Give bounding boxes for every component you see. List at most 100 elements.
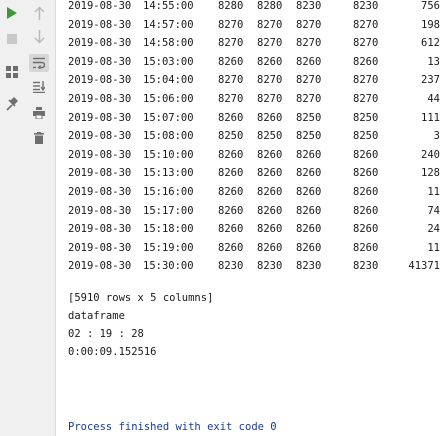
value-cell: 8250 <box>296 111 322 124</box>
volume-cell: 74 <box>427 204 440 217</box>
date-cell: 2019-08-30 <box>68 167 132 180</box>
date-cell: 2019-08-30 <box>68 186 132 198</box>
value-cell: 8260 <box>296 55 322 68</box>
table-row: 2019-08-30 14:58:00 8270 8270 8270 8270 612 <box>56 34 444 52</box>
volume-cell: 756 <box>421 0 440 12</box>
value-cell: 8230 <box>353 260 379 273</box>
value-cell: 8260 <box>353 55 379 68</box>
value-cell: 8230 <box>218 260 244 273</box>
run-icon[interactable] <box>7 7 17 19</box>
value-cell: 8260 <box>296 223 322 236</box>
volume-cell: 24 <box>427 223 440 236</box>
console-output: 2019-08-30 14:55:00 8280 8280 8230 8230 756 201… <box>56 0 444 436</box>
time-cell: 15:19:00 <box>143 241 194 254</box>
time-cell: 15:04:00 <box>143 74 194 87</box>
trash-icon[interactable] <box>34 132 44 144</box>
value-cell: 8260 <box>296 167 322 180</box>
value-cell: 8260 <box>353 204 379 217</box>
value-cell: 8270 <box>353 74 379 87</box>
value-cell: 8260 <box>353 167 379 180</box>
date-cell: 2019-08-30 <box>68 241 132 254</box>
time-cell: 15:17:00 <box>143 204 194 217</box>
table-row: 2019-08-30 15:08:00 8250 8250 8250 8250 3 <box>56 127 444 145</box>
value-cell: 8260 <box>353 241 379 254</box>
value-cell: 8280 <box>257 0 283 12</box>
value-cell: 8260 <box>353 223 379 236</box>
table-row: 2019-08-30 14:55:00 8280 8280 8230 8230 756 <box>56 0 444 15</box>
value-cell: 8260 <box>257 167 283 180</box>
volume-cell: 128 <box>421 167 440 180</box>
value-cell: 8270 <box>257 93 283 105</box>
date-cell: 2019-08-30 <box>68 55 132 68</box>
elapsed-line: 0:00:09.152516 <box>68 346 157 358</box>
time-cell: 15:06:00 <box>143 93 194 105</box>
value-cell: 8260 <box>257 186 283 198</box>
volume-cell: 612 <box>421 37 440 50</box>
value-cell: 8260 <box>257 148 283 161</box>
time-cell: 15:03:00 <box>143 55 194 68</box>
value-cell: 8230 <box>257 260 283 273</box>
clock-line: 02 : 19 : 28 <box>68 328 144 340</box>
table-row: 2019-08-30 15:16:00 8260 8260 8260 8260 11 <box>56 183 444 201</box>
time-cell: 14:58:00 <box>143 37 194 50</box>
table-row: 2019-08-30 15:06:00 8270 8270 8270 8270 44 <box>56 90 444 108</box>
date-cell: 2019-08-30 <box>68 260 132 273</box>
value-cell: 8260 <box>353 148 379 161</box>
value-cell: 8270 <box>218 37 244 50</box>
value-cell: 8260 <box>218 148 244 161</box>
date-cell: 2019-08-30 <box>68 130 132 143</box>
value-cell: 8260 <box>218 167 244 180</box>
value-cell: 8260 <box>257 223 283 236</box>
value-cell: 8260 <box>218 186 244 198</box>
table-row: 2019-08-30 15:18:00 8260 8260 8260 8260 24 <box>56 220 444 238</box>
time-cell: 15:08:00 <box>143 130 194 143</box>
volume-cell: 13 <box>427 55 440 68</box>
value-cell: 8230 <box>296 260 322 273</box>
date-cell: 2019-08-30 <box>68 148 132 161</box>
table-row: 2019-08-30 14:57:00 8270 8270 8270 8270 198 <box>56 16 444 34</box>
value-cell: 8260 <box>257 55 283 68</box>
value-cell: 8260 <box>218 241 244 254</box>
print-icon[interactable] <box>33 107 45 119</box>
value-cell: 8260 <box>296 186 322 198</box>
table-row: 2019-08-30 15:17:00 8260 8260 8260 8260 74 <box>56 202 444 220</box>
soft-wrap-icon <box>33 57 45 69</box>
up-arrow-icon[interactable] <box>34 6 45 20</box>
value-cell: 8250 <box>296 130 322 143</box>
time-cell: 14:55:00 <box>143 0 194 12</box>
soft-wrap-button[interactable] <box>29 54 49 72</box>
value-cell: 8250 <box>353 130 379 143</box>
value-cell: 8270 <box>353 37 379 50</box>
table-row: 2019-08-30 15:30:00 8230 8230 8230 8230 41371 <box>56 257 444 275</box>
scroll-to-end-icon[interactable] <box>33 81 45 93</box>
value-cell: 8270 <box>296 74 322 87</box>
table-row: 2019-08-30 15:13:00 8260 8260 8260 8260 128 <box>56 164 444 182</box>
volume-cell: 111 <box>421 111 440 124</box>
time-cell: 15:30:00 <box>143 260 194 273</box>
date-cell: 2019-08-30 <box>68 111 132 124</box>
value-cell: 8270 <box>296 37 322 50</box>
value-cell: 8270 <box>296 93 322 105</box>
volume-cell: 198 <box>421 18 440 31</box>
volume-cell: 240 <box>421 148 440 161</box>
volume-cell: 44 <box>427 93 440 105</box>
value-cell: 8270 <box>353 93 379 105</box>
process-exit-line: Process finished with exit code 0 <box>68 421 277 433</box>
down-arrow-icon[interactable] <box>34 30 45 44</box>
time-cell: 15:16:00 <box>143 186 194 198</box>
run-toolbar <box>0 0 24 436</box>
date-cell: 2019-08-30 <box>68 223 132 236</box>
value-cell: 8260 <box>218 204 244 217</box>
time-cell: 15:10:00 <box>143 148 194 161</box>
console-toolbar <box>24 0 56 436</box>
volume-cell: 237 <box>421 74 440 87</box>
time-cell: 15:18:00 <box>143 223 194 236</box>
value-cell: 8260 <box>257 204 283 217</box>
value-cell: 8270 <box>218 74 244 87</box>
volume-cell: 11 <box>427 186 440 198</box>
value-cell: 8260 <box>218 55 244 68</box>
value-cell: 8260 <box>353 186 379 198</box>
pin-icon[interactable] <box>6 97 18 111</box>
layout-icon[interactable] <box>6 66 18 78</box>
stop-icon[interactable] <box>7 34 17 44</box>
